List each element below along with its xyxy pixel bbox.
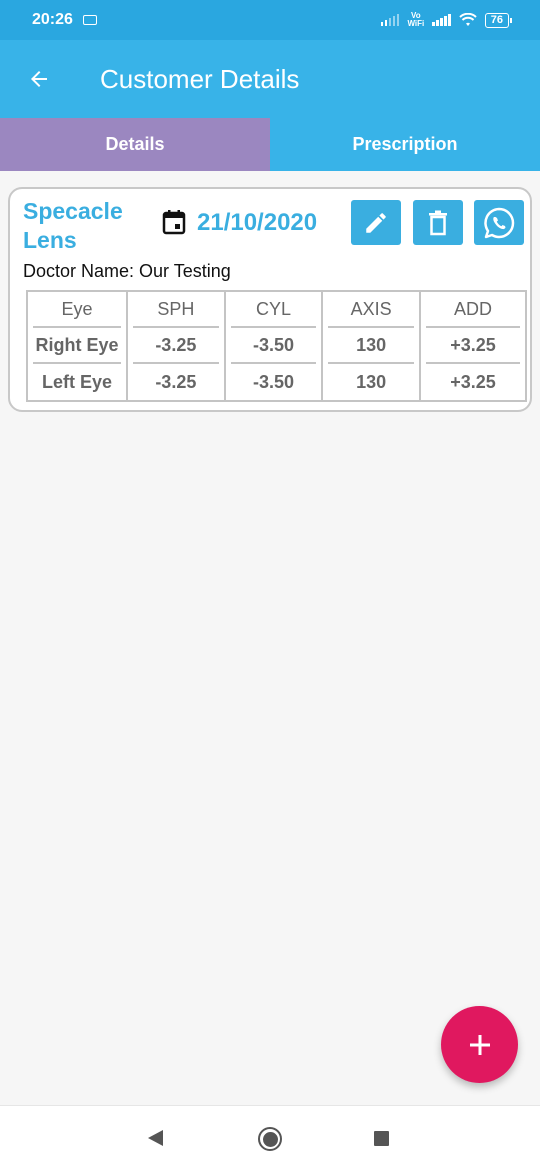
- prescription-card: Specacle Lens 21/10/2020 Doctor Name: Ou…: [8, 187, 532, 412]
- battery-icon: 76: [484, 12, 512, 28]
- page-title: Customer Details: [100, 63, 300, 94]
- nav-home-icon[interactable]: [258, 1127, 282, 1151]
- delete-icon: [429, 210, 447, 235]
- header-sph: SPH: [133, 293, 219, 328]
- header-cyl: CYL: [230, 293, 317, 328]
- row-label: Left Eye: [41, 371, 113, 392]
- whatsapp-icon: [484, 207, 515, 238]
- vowifi-icon: Vo WiFi: [407, 11, 425, 28]
- cell-cyl: -3.50: [230, 329, 317, 364]
- arrow-left-icon: [31, 71, 47, 87]
- cell-add: +3.25: [425, 329, 520, 364]
- edit-button[interactable]: [351, 200, 401, 245]
- status-time: 20:26: [32, 11, 73, 28]
- lens-type-title: Specacle Lens: [23, 198, 123, 253]
- cell-sph: -3.25: [155, 371, 197, 392]
- signal-icon-2: [432, 14, 451, 26]
- table-row: Right Eye -3.25 -3.50 130 +3.25: [28, 328, 525, 364]
- status-bar: 20:26 Vo WiFi 76: [0, 0, 540, 40]
- edit-icon: [366, 212, 386, 233]
- voicemail-icon: [82, 15, 97, 25]
- plus-icon: [469, 1034, 490, 1055]
- header-axis: AXIS: [328, 293, 414, 328]
- tab-bar: Details Prescription: [0, 118, 540, 171]
- doctor-name: Doctor Name: Our Testing: [23, 261, 231, 281]
- nav-recents-icon[interactable]: [374, 1131, 389, 1146]
- cell-sph: -3.25: [133, 329, 219, 364]
- delete-button[interactable]: [413, 200, 463, 245]
- record-date: 21/10/2020: [197, 209, 318, 236]
- back-button[interactable]: [0, 40, 80, 118]
- system-nav-bar: [0, 1105, 540, 1170]
- header-eye: Eye: [33, 293, 121, 328]
- row-label: Right Eye: [33, 329, 121, 364]
- cell-cyl: -3.50: [252, 371, 294, 392]
- cell-add: +3.25: [450, 371, 496, 392]
- add-record-button[interactable]: [441, 1006, 518, 1083]
- signal-icon-1: [380, 14, 400, 26]
- cell-axis: 130: [328, 329, 414, 364]
- whatsapp-share-button[interactable]: [474, 200, 524, 245]
- status-icons: Vo WiFi 76: [380, 11, 512, 28]
- tab-details[interactable]: Details: [0, 118, 270, 171]
- calendar-icon: [162, 210, 186, 235]
- table-row: Left Eye -3.25 -3.50 130 +3.25: [28, 364, 525, 400]
- wifi-icon: [459, 13, 477, 26]
- nav-back-icon[interactable]: [148, 1130, 163, 1146]
- prescription-table: Eye SPH CYL AXIS ADD Right Eye -3.25 -3.…: [26, 290, 527, 402]
- header-add: ADD: [425, 293, 520, 328]
- battery-level: 76: [484, 12, 509, 28]
- cell-axis: 130: [356, 371, 387, 392]
- app-bar: Customer Details: [0, 40, 540, 118]
- table-header-row: Eye SPH CYL AXIS ADD: [28, 292, 525, 328]
- tab-prescription[interactable]: Prescription: [270, 118, 540, 171]
